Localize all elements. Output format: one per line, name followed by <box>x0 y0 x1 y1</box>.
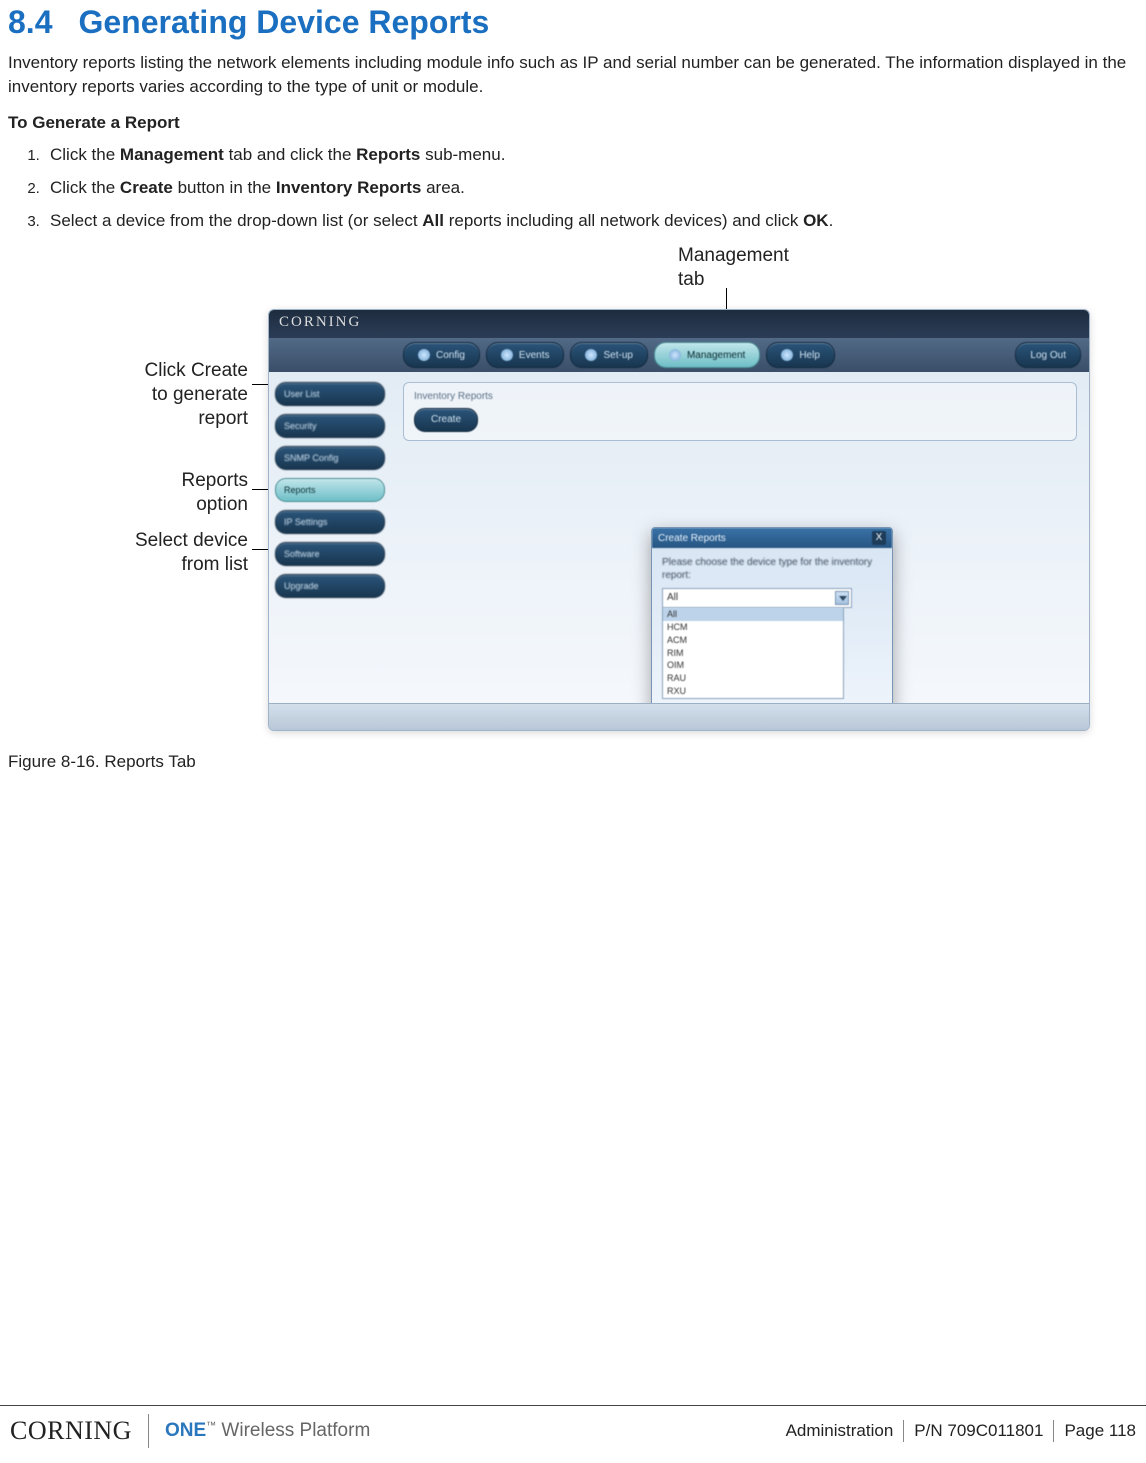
side-item[interactable]: Software <box>275 542 385 566</box>
app-window: CORNING Config Events Set-up Management … <box>268 309 1090 731</box>
section-number: 8.4 <box>8 4 52 40</box>
divider <box>1053 1420 1054 1442</box>
group-title: Inventory Reports <box>414 391 1066 402</box>
tab-config[interactable]: Config <box>403 342 480 368</box>
callout-create: Click Create to generate report <box>118 359 248 430</box>
dropdown-selected: All <box>667 592 678 603</box>
side-item[interactable]: User List <box>275 382 385 406</box>
tab-management[interactable]: Management <box>654 342 760 368</box>
dropdown-option[interactable]: ACM <box>663 634 843 647</box>
section-heading: 8.4 Generating Device Reports <box>8 0 1138 41</box>
side-item[interactable]: Upgrade <box>275 574 385 598</box>
dialog-prompt: Please choose the device type for the in… <box>662 556 882 582</box>
dropdown-option[interactable]: RIM <box>663 647 843 660</box>
app-titlebar: CORNING <box>269 310 1089 338</box>
tab-icon <box>501 349 513 361</box>
close-icon[interactable]: X <box>872 531 886 545</box>
tab-icon <box>418 349 430 361</box>
status-bar <box>269 703 1089 730</box>
dropdown-option[interactable]: HCM <box>663 621 843 634</box>
side-item-reports[interactable]: Reports <box>275 478 385 502</box>
side-item[interactable]: Security <box>275 414 385 438</box>
footer-pn: P/N 709C011801 <box>914 1421 1043 1441</box>
callout-reports-option: Reports option <box>148 469 248 517</box>
procedure-heading: To Generate a Report <box>8 113 1138 133</box>
tab-icon <box>585 349 597 361</box>
divider <box>903 1420 904 1442</box>
divider <box>148 1414 149 1448</box>
brand-logo: CORNING <box>10 1416 132 1446</box>
tab-events[interactable]: Events <box>486 342 565 368</box>
side-item[interactable]: SNMP Config <box>275 446 385 470</box>
footer-left: CORNING ONE™ Wireless Platform <box>10 1414 370 1448</box>
step-3: Select a device from the drop-down list … <box>44 207 1138 234</box>
page-footer: CORNING ONE™ Wireless Platform Administr… <box>0 1405 1146 1449</box>
callout-select-device: Select device from list <box>118 529 248 577</box>
dropdown-option[interactable]: RXU <box>663 685 843 698</box>
dropdown-list: All HCM ACM RIM OIM RAU RXU <box>662 608 844 699</box>
footer-page: Page 118 <box>1064 1421 1136 1441</box>
inventory-reports-group: Inventory Reports Create <box>403 382 1077 441</box>
create-button[interactable]: Create <box>414 408 478 432</box>
app-toolbar: Config Events Set-up Management Help Log… <box>269 338 1089 372</box>
callout-management-tab: Management tab <box>678 244 789 292</box>
steps-list: Click the Management tab and click the R… <box>44 141 1138 235</box>
step-2: Click the Create button in the Inventory… <box>44 174 1138 201</box>
step-1: Click the Management tab and click the R… <box>44 141 1138 168</box>
logout-button[interactable]: Log Out <box>1015 342 1081 368</box>
dropdown-option[interactable]: RAU <box>663 672 843 685</box>
figure: Management tab Click Create to generate … <box>8 244 1108 744</box>
tab-help[interactable]: Help <box>766 342 835 368</box>
section-title: Generating Device Reports <box>78 4 489 40</box>
content-area: Inventory Reports Create Create Reports … <box>391 372 1089 704</box>
dialog-title-text: Create Reports <box>658 533 726 544</box>
side-menu: User List Security SNMP Config Reports I… <box>269 372 391 704</box>
product-name: ONE™ Wireless Platform <box>165 1420 370 1442</box>
chevron-down-icon[interactable] <box>835 591 849 605</box>
dialog-body: Please choose the device type for the in… <box>652 548 892 711</box>
footer-section: Administration <box>786 1421 894 1441</box>
create-reports-dialog: Create Reports X Please choose the devic… <box>651 527 893 712</box>
dialog-titlebar: Create Reports X <box>652 528 892 548</box>
dropdown-option[interactable]: All <box>663 608 843 621</box>
app-body: User List Security SNMP Config Reports I… <box>269 372 1089 704</box>
intro-paragraph: Inventory reports listing the network el… <box>8 51 1138 99</box>
footer-right: Administration P/N 709C011801 Page 118 <box>786 1420 1136 1442</box>
tab-setup[interactable]: Set-up <box>570 342 647 368</box>
tab-icon <box>781 349 793 361</box>
tab-icon <box>669 349 681 361</box>
dropdown-option[interactable]: OIM <box>663 659 843 672</box>
figure-caption: Figure 8-16. Reports Tab <box>8 752 1138 772</box>
device-dropdown[interactable]: All <box>662 588 852 608</box>
side-item[interactable]: IP Settings <box>275 510 385 534</box>
